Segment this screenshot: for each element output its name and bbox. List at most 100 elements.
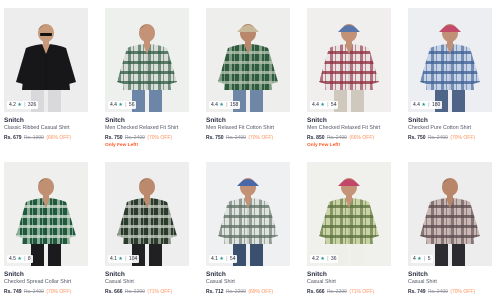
product-brand: Snitch (307, 117, 327, 124)
rating-count: 54 (330, 102, 337, 108)
model-illustration (206, 162, 290, 266)
product-price: Rs. 749 (408, 289, 426, 295)
product-discount: (70% OFF) (248, 135, 274, 141)
product-price: Rs. 749 (4, 289, 22, 295)
product-card[interactable]: 4.1 ★ | 104 Snitch Casual Shirt Rs. 666 … (105, 162, 189, 302)
rating-divider: | (24, 256, 26, 262)
star-icon: ★ (421, 102, 426, 108)
product-image[interactable]: 4.4 ★ | 54 (307, 8, 391, 112)
rating-badge: 4.2 ★ | 36 (310, 255, 339, 263)
price-row: Rs. 750 Rs. 2499 (70% OFF) (206, 134, 290, 142)
product-brand: Snitch (105, 271, 125, 278)
star-icon: ★ (219, 256, 224, 262)
product-image[interactable]: 4.4 ★ | 158 (206, 8, 290, 112)
star-icon: ★ (417, 256, 422, 262)
product-card[interactable]: 4.4 ★ | 180 Snitch Checked Pure Cotton S… (408, 8, 492, 148)
star-icon: ★ (320, 256, 325, 262)
rating-count: 158 (229, 102, 239, 108)
product-brand: Snitch (408, 271, 428, 278)
product-card[interactable]: 4.2 ★ | 326 Snitch Classic Ribbed Casual… (4, 8, 88, 148)
rating-count: 180 (431, 102, 441, 108)
rating-value: 4.2 (312, 256, 319, 262)
product-brand: Snitch (206, 271, 226, 278)
rating-badge: 4.1 ★ | 104 (108, 255, 140, 263)
rating-divider: | (125, 256, 127, 262)
product-image[interactable]: 4.1 ★ | 54 (206, 162, 290, 266)
product-name: Casual Shirt (408, 279, 437, 285)
rating-count: 5 (427, 256, 431, 262)
rating-divider: | (424, 256, 426, 262)
product-discount: (66% OFF) (349, 135, 375, 141)
rating-count: 104 (128, 256, 138, 262)
product-image[interactable]: 4.5 ★ | 8 (4, 162, 88, 266)
product-brand: Snitch (4, 117, 24, 124)
product-name: Casual Shirt (307, 279, 336, 285)
product-discount: (70% OFF) (450, 135, 476, 141)
product-name: Men Checked Relaxed Fit Shirt (307, 125, 381, 131)
rating-divider: | (226, 102, 228, 108)
rating-badge: 4.5 ★ | 8 (7, 255, 33, 263)
product-name: Classic Ribbed Casual Shirt (4, 125, 70, 131)
rating-count: 54 (229, 256, 236, 262)
product-discount: (69% OFF) (248, 289, 274, 295)
product-image[interactable]: 4.4 ★ | 180 (408, 8, 492, 112)
product-price: Rs. 679 (4, 135, 22, 141)
product-price: Rs. 750 (206, 135, 224, 141)
product-discount: (70% OFF) (147, 135, 173, 141)
product-card[interactable]: 4.1 ★ | 54 Snitch Casual Shirt Rs. 712 R… (206, 162, 290, 302)
rating-value: 4 (413, 256, 416, 262)
price-row: Rs. 750 Rs. 2499 (70% OFF) (408, 134, 492, 142)
rating-value: 4.1 (211, 256, 218, 262)
rating-count: 326 (27, 102, 37, 108)
rating-value: 4.4 (110, 102, 117, 108)
product-price: Rs. 666 (105, 289, 123, 295)
product-mrp: Rs. 2499 (23, 289, 44, 295)
product-card[interactable]: 4.4 ★ | 54 Snitch Men Checked Relaxed Fi… (307, 8, 391, 148)
price-row: Rs. 666 Rs. 2299 (71% OFF) (307, 288, 391, 296)
rating-value: 4.1 (110, 256, 117, 262)
product-name: Checked Spread Collar Shirt (4, 279, 72, 285)
model-illustration (307, 162, 391, 266)
star-icon: ★ (17, 256, 22, 262)
product-brand: Snitch (307, 271, 327, 278)
rating-value: 4.4 (413, 102, 420, 108)
rating-value: 4.2 (9, 102, 16, 108)
product-image[interactable]: 4.2 ★ | 36 (307, 162, 391, 266)
model-illustration (105, 162, 189, 266)
rating-badge: 4 ★ | 5 (411, 255, 433, 263)
product-discount: (71% OFF) (147, 289, 173, 295)
product-card[interactable]: 4.2 ★ | 36 Snitch Casual Shirt Rs. 666 R… (307, 162, 391, 302)
price-row: Rs. 850 Rs. 2499 (66% OFF) (307, 134, 391, 142)
price-row: Rs. 679 Rs. 1999 (66% OFF) (4, 134, 88, 142)
rating-badge: 4.4 ★ | 56 (108, 101, 137, 109)
product-brand: Snitch (105, 117, 125, 124)
star-icon: ★ (118, 102, 123, 108)
product-image[interactable]: 4.1 ★ | 104 (105, 162, 189, 266)
product-mrp: Rs. 2299 (326, 289, 347, 295)
product-price: Rs. 666 (307, 289, 325, 295)
product-price: Rs. 750 (408, 135, 426, 141)
product-card[interactable]: 4.4 ★ | 56 Snitch Men Checked Relaxed Fi… (105, 8, 189, 148)
product-card[interactable]: 4 ★ | 5 Snitch Casual Shirt Rs. 749 Rs. … (408, 162, 492, 302)
rating-divider: | (327, 256, 329, 262)
product-mrp: Rs. 2499 (124, 135, 145, 141)
product-image[interactable]: 4.4 ★ | 56 (105, 8, 189, 112)
product-mrp: Rs. 2499 (427, 135, 448, 141)
stock-alert: Only Few Left! (307, 143, 341, 148)
price-row: Rs. 749 Rs. 2499 (70% OFF) (408, 288, 492, 296)
rating-badge: 4.2 ★ | 326 (7, 101, 39, 109)
product-discount: (70% OFF) (450, 289, 476, 295)
product-name: Casual Shirt (206, 279, 235, 285)
product-mrp: Rs. 2499 (427, 289, 448, 295)
model-illustration (105, 8, 189, 112)
product-name: Men Checked Relaxed Fit Shirt (105, 125, 179, 131)
rating-badge: 4.4 ★ | 158 (209, 101, 241, 109)
product-mrp: Rs. 2299 (225, 289, 246, 295)
product-price: Rs. 850 (307, 135, 325, 141)
sunglasses-icon (40, 33, 52, 36)
product-image[interactable]: 4.2 ★ | 326 (4, 8, 88, 112)
product-image[interactable]: 4 ★ | 5 (408, 162, 492, 266)
product-card[interactable]: 4.5 ★ | 8 Snitch Checked Spread Collar S… (4, 162, 88, 302)
rating-divider: | (226, 256, 228, 262)
product-card[interactable]: 4.4 ★ | 158 Snitch Men Relaxed Fit Cotto… (206, 8, 290, 148)
